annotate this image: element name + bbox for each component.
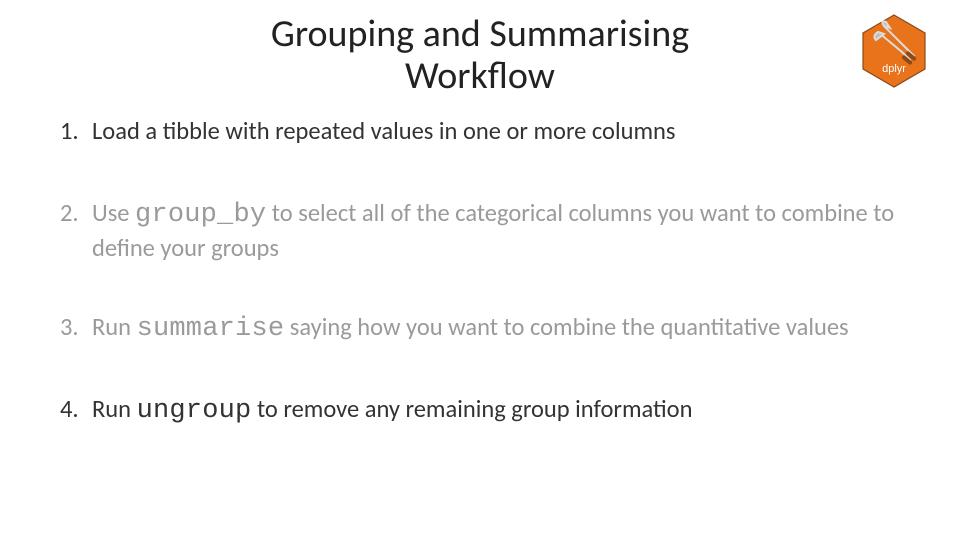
slide-header: Grouping and Summarising Workflow dplyr (0, 0, 960, 98)
item-body: Run ungroup to remove any remaining grou… (92, 394, 902, 429)
item-body: Use group_by to select all of the catego… (92, 198, 902, 263)
item-number: 3. (58, 312, 92, 343)
list-item: 3. Run summarise saying how you want to … (58, 312, 902, 347)
item-number: 1. (58, 116, 92, 147)
logo-label: dplyr (862, 63, 926, 75)
dplyr-logo: dplyr (862, 14, 926, 88)
list-item: 2. Use group_by to select all of the cat… (58, 198, 902, 263)
workflow-list: 1. Load a tibble with repeated values in… (0, 98, 960, 430)
hexagon-icon: dplyr (862, 14, 926, 88)
item-number: 4. (58, 394, 92, 425)
item-body: Load a tibble with repeated values in on… (92, 116, 902, 151)
item-text-pre: Run (92, 312, 137, 342)
item-text-pre: Run (92, 394, 137, 424)
item-code: summarise (137, 314, 285, 344)
list-item: 4. Run ungroup to remove any remaining g… (58, 394, 902, 429)
title-line-2: Workflow (405, 53, 555, 99)
item-code: group_by (135, 200, 266, 230)
item-number: 2. (58, 198, 92, 229)
item-code: ungroup (137, 396, 252, 426)
slide-title: Grouping and Summarising Workflow (271, 14, 689, 98)
item-text-pre: Use (92, 198, 135, 228)
item-text-pre: Load a tibble with repeated values in on… (92, 116, 676, 146)
list-item: 1. Load a tibble with repeated values in… (58, 116, 902, 151)
title-line-1: Grouping and Summarising (271, 11, 689, 57)
item-body: Run summarise saying how you want to com… (92, 312, 902, 347)
item-text-post: saying how you want to combine the quant… (284, 312, 848, 342)
item-text-post: to remove any remaining group informatio… (251, 394, 692, 424)
